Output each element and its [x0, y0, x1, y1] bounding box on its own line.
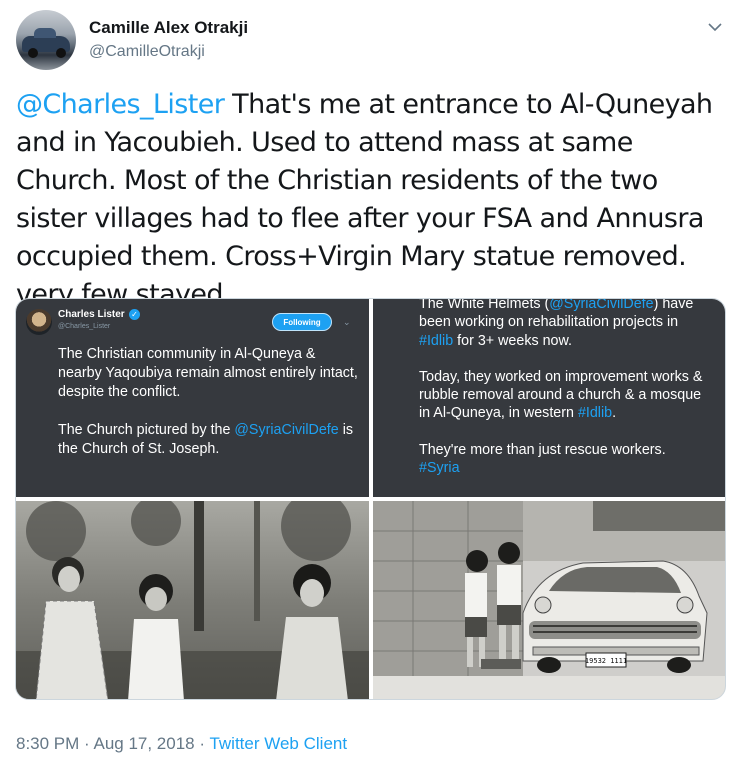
tweet-header: Camille Alex Otrakji @CamilleOtrakji	[16, 10, 728, 72]
wh-para1: The White Helmets (@SyriaCivilDefe) have…	[419, 299, 694, 349]
media-photo-children[interactable]	[16, 501, 369, 699]
media-white-helmets-text[interactable]: The White Helmets (@SyriaCivilDefe) have…	[373, 299, 725, 497]
verified-icon: ✓	[129, 309, 140, 320]
mention-link[interactable]: @Charles_Lister	[16, 89, 225, 120]
tweet-date[interactable]: Aug 17, 2018	[93, 734, 194, 753]
tweet-client-link[interactable]: Twitter Web Client	[209, 734, 347, 753]
chevron-down-icon[interactable]	[706, 18, 724, 36]
media-photo-car[interactable]: 19532 1111	[373, 501, 725, 699]
quoted-para1: The Christian community in Al-Quneya & n…	[58, 346, 358, 400]
tweet-time[interactable]: 8:30 PM	[16, 734, 79, 753]
wh-para3: They're more than just rescue workers. #S…	[419, 441, 666, 477]
quoted-avatar	[26, 309, 52, 335]
tweet-body: That's me at entrance to Al-Quneyah and …	[16, 89, 713, 310]
car-photo-image: 19532 1111	[373, 501, 725, 699]
author-handle[interactable]: @CamilleOtrakji	[89, 43, 205, 61]
media-grid: Charles Lister ✓ @Charles_Lister Followi…	[15, 298, 726, 700]
quoted-handle: @Charles_Lister	[58, 323, 111, 330]
license-plate: 19532 1111	[585, 657, 627, 665]
tweet-text: @Charles_Lister That's me at entrance to…	[16, 86, 730, 314]
children-photo-image	[16, 501, 369, 699]
wh-para2: Today, they worked on improvement works …	[419, 368, 703, 422]
media-quoted-tweet[interactable]: Charles Lister ✓ @Charles_Lister Followi…	[16, 299, 369, 497]
quoted-para2: The Church pictured by the @SyriaCivilDe…	[58, 422, 354, 457]
quoted-name: Charles Lister	[58, 309, 125, 320]
author-name[interactable]: Camille Alex Otrakji	[89, 18, 248, 38]
white-helmets-body: The White Helmets (@SyriaCivilDefe) have…	[419, 299, 715, 495]
quoted-body: The Christian community in Al-Quneya & n…	[58, 345, 362, 478]
more-chevron-icon: ⌄	[343, 317, 351, 327]
author-avatar[interactable]	[16, 10, 76, 70]
following-button: Following	[272, 313, 332, 331]
tweet-footer: 8:30 PM · Aug 17, 2018 · Twitter Web Cli…	[16, 734, 348, 753]
